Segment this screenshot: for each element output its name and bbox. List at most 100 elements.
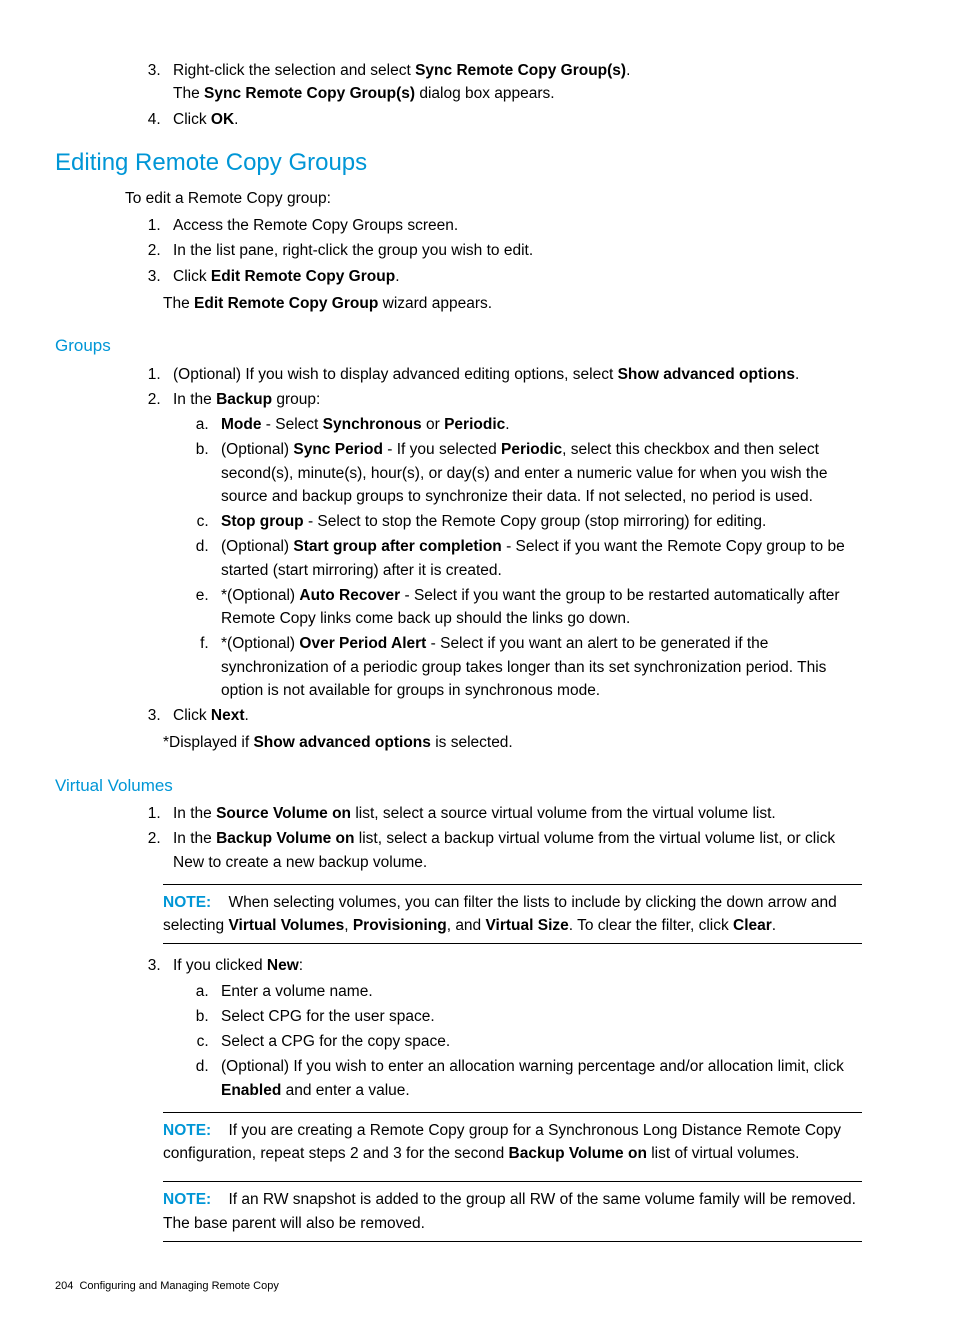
text: . [795, 366, 799, 383]
bold: Clear [733, 917, 772, 934]
edit-step-2: In the list pane, right-click the group … [165, 239, 862, 262]
vv-step-2: In the Backup Volume on list, select a b… [165, 827, 862, 874]
vv-steps-cont: If you clicked New: Enter a volume name.… [55, 954, 862, 1102]
page-footer: 204 Configuring and Managing Remote Copy [55, 1278, 862, 1295]
bold: Edit Remote Copy Group [194, 295, 378, 312]
text: Click [173, 707, 211, 724]
sub-b: Select CPG for the user space. [213, 1005, 862, 1028]
groups-step-3: Click Next. [165, 704, 862, 727]
bold: Virtual Size [485, 917, 568, 934]
note-label: NOTE: [163, 1191, 211, 1208]
sub-d: (Optional) If you wish to enter an alloc… [213, 1055, 862, 1102]
text: - If you selected [383, 441, 501, 458]
sub-c: Select a CPG for the copy space. [213, 1030, 862, 1053]
text: . [234, 111, 238, 128]
groups-steps: (Optional) If you wish to display advanc… [55, 363, 862, 728]
text: list, select a source virtual volume fro… [351, 805, 776, 822]
step-3-sub: The Sync Remote Copy Group(s) dialog box… [173, 82, 862, 105]
text: In the [173, 391, 216, 408]
bold: Sync Remote Copy Group(s) [415, 62, 626, 79]
sub-f: *(Optional) Over Period Alert - Select i… [213, 632, 862, 702]
footer-title: Configuring and Managing Remote Copy [79, 1280, 278, 1292]
text: . [395, 268, 399, 285]
bold: Provisioning [353, 917, 447, 934]
groups-step-2: In the Backup group: Mode - Select Synch… [165, 388, 862, 702]
bold: Backup Volume on [216, 830, 354, 847]
vv-step-1: In the Source Volume on list, select a s… [165, 802, 862, 825]
heading-editing-remote-copy-groups: Editing Remote Copy Groups [55, 145, 862, 181]
text: , [344, 917, 353, 934]
note-3: NOTE: If an RW snapshot is added to the … [163, 1181, 862, 1242]
bold: Enabled [221, 1082, 281, 1099]
bold: Edit Remote Copy Group [211, 268, 395, 285]
text: . To clear the filter, click [569, 917, 733, 934]
text: and enter a value. [281, 1082, 409, 1099]
text: list of virtual volumes. [647, 1145, 799, 1162]
bold: OK [211, 111, 234, 128]
bold: New [267, 957, 299, 974]
text: dialog box appears. [415, 85, 555, 102]
bold: Show advanced options [618, 366, 795, 383]
sub-e: *(Optional) Auto Recover - Select if you… [213, 584, 862, 631]
note-label: NOTE: [163, 894, 211, 911]
text: (Optional) If you wish to enter an alloc… [221, 1058, 844, 1075]
text: *(Optional) [221, 587, 299, 604]
heading-groups: Groups [55, 333, 862, 359]
text: . [626, 62, 630, 79]
sub-b: (Optional) Sync Period - If you selected… [213, 438, 862, 508]
step-3: Right-click the selection and select Syn… [165, 59, 862, 106]
edit-steps: Access the Remote Copy Groups screen. In… [55, 214, 862, 288]
step-4: Click OK. [165, 108, 862, 131]
sub-a: Mode - Select Synchronous or Periodic. [213, 413, 862, 436]
text: - Select [261, 416, 322, 433]
note-2: NOTE: If you are creating a Remote Copy … [163, 1112, 862, 1172]
edit-step-3: Click Edit Remote Copy Group. [165, 265, 862, 288]
bold: Periodic [444, 416, 505, 433]
edit-intro: To edit a Remote Copy group: [125, 187, 862, 210]
text: *Displayed if [163, 734, 253, 751]
groups-step-2-sub: Mode - Select Synchronous or Periodic. (… [173, 413, 862, 702]
text: , and [447, 917, 486, 934]
bold: Stop group [221, 513, 304, 530]
vv-steps: In the Source Volume on list, select a s… [55, 802, 862, 874]
groups-footnote: *Displayed if Show advanced options is s… [163, 731, 862, 754]
text: : [299, 957, 303, 974]
bold: Over Period Alert [299, 635, 426, 652]
note-label: NOTE: [163, 1122, 211, 1139]
text: In the [173, 830, 216, 847]
bold: Mode [221, 416, 261, 433]
text: Click [173, 268, 211, 285]
text: The [173, 85, 204, 102]
vv-step-3: If you clicked New: Enter a volume name.… [165, 954, 862, 1102]
text: wizard appears. [378, 295, 492, 312]
text: . [245, 707, 249, 724]
text: If you clicked [173, 957, 267, 974]
bold: Auto Recover [299, 587, 400, 604]
text: Right-click the selection and select [173, 62, 415, 79]
top-continued-steps: Right-click the selection and select Syn… [55, 59, 862, 131]
text: In the [173, 805, 216, 822]
bold: Show advanced options [253, 734, 430, 751]
bold: Backup [216, 391, 272, 408]
sub-c: Stop group - Select to stop the Remote C… [213, 510, 862, 533]
text: (Optional) [221, 538, 293, 555]
text: The [163, 295, 194, 312]
bold: Periodic [501, 441, 562, 458]
note-1: NOTE: When selecting volumes, you can fi… [163, 884, 862, 945]
heading-virtual-volumes: Virtual Volumes [55, 773, 862, 799]
bold: Backup Volume on [509, 1145, 647, 1162]
text: (Optional) [221, 441, 293, 458]
text: *(Optional) [221, 635, 299, 652]
page-number: 204 [55, 1280, 73, 1292]
bold: Sync Remote Copy Group(s) [204, 85, 415, 102]
text: Click [173, 111, 211, 128]
bold: Sync Period [293, 441, 383, 458]
bold: Virtual Volumes [228, 917, 344, 934]
text: . [505, 416, 509, 433]
bold: Source Volume on [216, 805, 351, 822]
sub-d: (Optional) Start group after completion … [213, 535, 862, 582]
text: If an RW snapshot is added to the group … [163, 1191, 856, 1231]
edit-after: The Edit Remote Copy Group wizard appear… [163, 292, 862, 315]
text: - Select to stop the Remote Copy group (… [304, 513, 767, 530]
text: group: [272, 391, 320, 408]
